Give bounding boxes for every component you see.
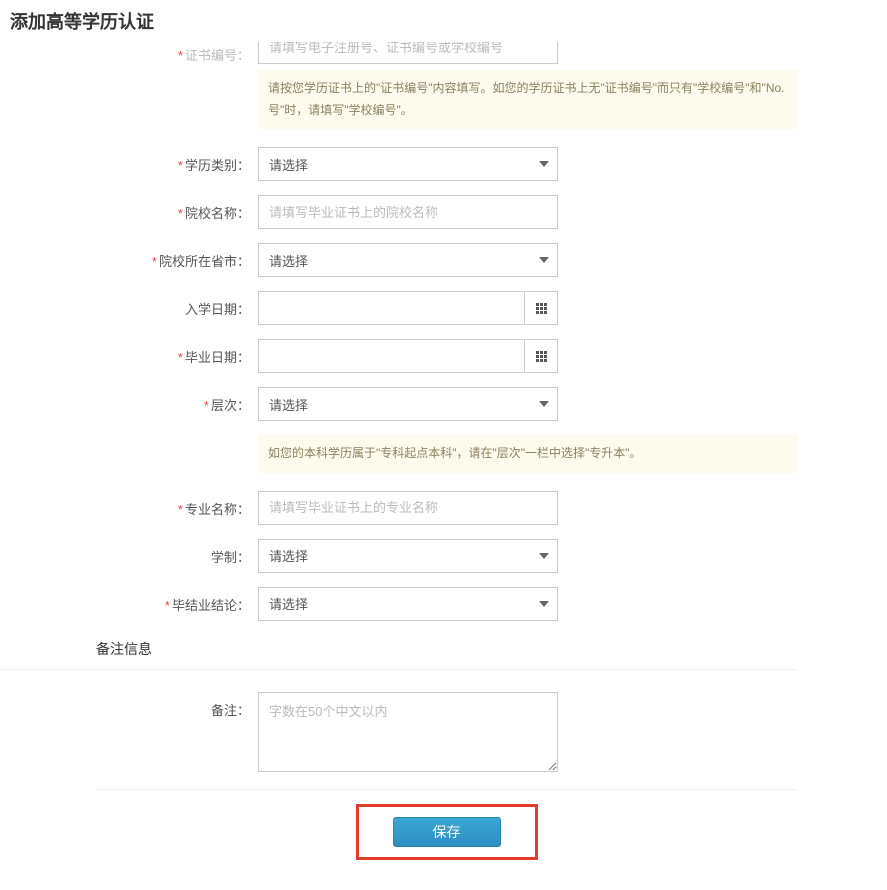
save-button[interactable]: 保存 (393, 817, 501, 847)
label-edu-type: *学历类别： (0, 147, 258, 174)
label-grad-date: *毕业日期： (0, 339, 258, 366)
label-school-name: *院校名称： (0, 195, 258, 222)
datepicker-enroll-button[interactable] (525, 291, 558, 325)
input-school-name[interactable] (258, 195, 558, 229)
row-edu-type: *学历类别： 请选择 (0, 147, 887, 181)
label-level: *层次： (0, 387, 258, 414)
row-school-system: 学制： 请选择 (0, 539, 887, 573)
form-area: *证书编号： 请按您学历证书上的"证书编号"内容填写。如您的学历证书上无"证书编… (0, 42, 887, 890)
label-cert-no: *证书编号： (0, 45, 258, 64)
chevron-down-icon (539, 601, 549, 607)
input-major[interactable] (258, 491, 558, 525)
row-enroll-date: 入学日期： (0, 291, 887, 325)
row-major: *专业名称： (0, 491, 887, 525)
page-title: 添加高等学历认证 (0, 0, 887, 42)
label-school-system: 学制： (0, 539, 258, 566)
select-level[interactable]: 请选择 (258, 387, 558, 421)
row-grad-conclusion: *毕结业结论： 请选择 (0, 587, 887, 621)
chevron-down-icon (539, 553, 549, 559)
select-edu-type[interactable]: 请选择 (258, 147, 558, 181)
select-school-province[interactable]: 请选择 (258, 243, 558, 277)
label-remark: 备注： (0, 692, 258, 719)
chevron-down-icon (539, 161, 549, 167)
label-grad-conclusion: *毕结业结论： (0, 587, 258, 614)
label-school-province: *院校所在省市： (0, 243, 258, 270)
chevron-down-icon (539, 257, 549, 263)
input-grad-date[interactable] (258, 339, 525, 373)
hint-level: 如您的本科学历属于"专科起点本科"，请在"层次"一栏中选择"专升本"。 (258, 435, 798, 473)
section-remark-heading: 备注信息 (0, 635, 797, 670)
chevron-down-icon (539, 401, 549, 407)
calendar-grid-icon (536, 303, 547, 314)
row-level: *层次： 请选择 (0, 387, 887, 421)
row-grad-date: *毕业日期： (0, 339, 887, 373)
select-grad-conclusion[interactable]: 请选择 (258, 587, 558, 621)
hint-cert-no: 请按您学历证书上的"证书编号"内容填写。如您的学历证书上无"证书编号"而只有"学… (258, 70, 798, 129)
row-cert-no: *证书编号： (0, 42, 887, 64)
form-footer: 保存 (96, 789, 797, 860)
row-school-name: *院校名称： (0, 195, 887, 229)
input-cert-no[interactable] (258, 42, 558, 64)
datepicker-grad-button[interactable] (525, 339, 558, 373)
calendar-grid-icon (536, 351, 547, 362)
row-remark: 备注： (0, 692, 887, 775)
row-school-province: *院校所在省市： 请选择 (0, 243, 887, 277)
textarea-remark[interactable] (258, 692, 558, 772)
save-highlight-box: 保存 (356, 804, 538, 860)
input-enroll-date[interactable] (258, 291, 525, 325)
label-major: *专业名称： (0, 491, 258, 518)
select-school-system[interactable]: 请选择 (258, 539, 558, 573)
label-enroll-date: 入学日期： (0, 291, 258, 318)
